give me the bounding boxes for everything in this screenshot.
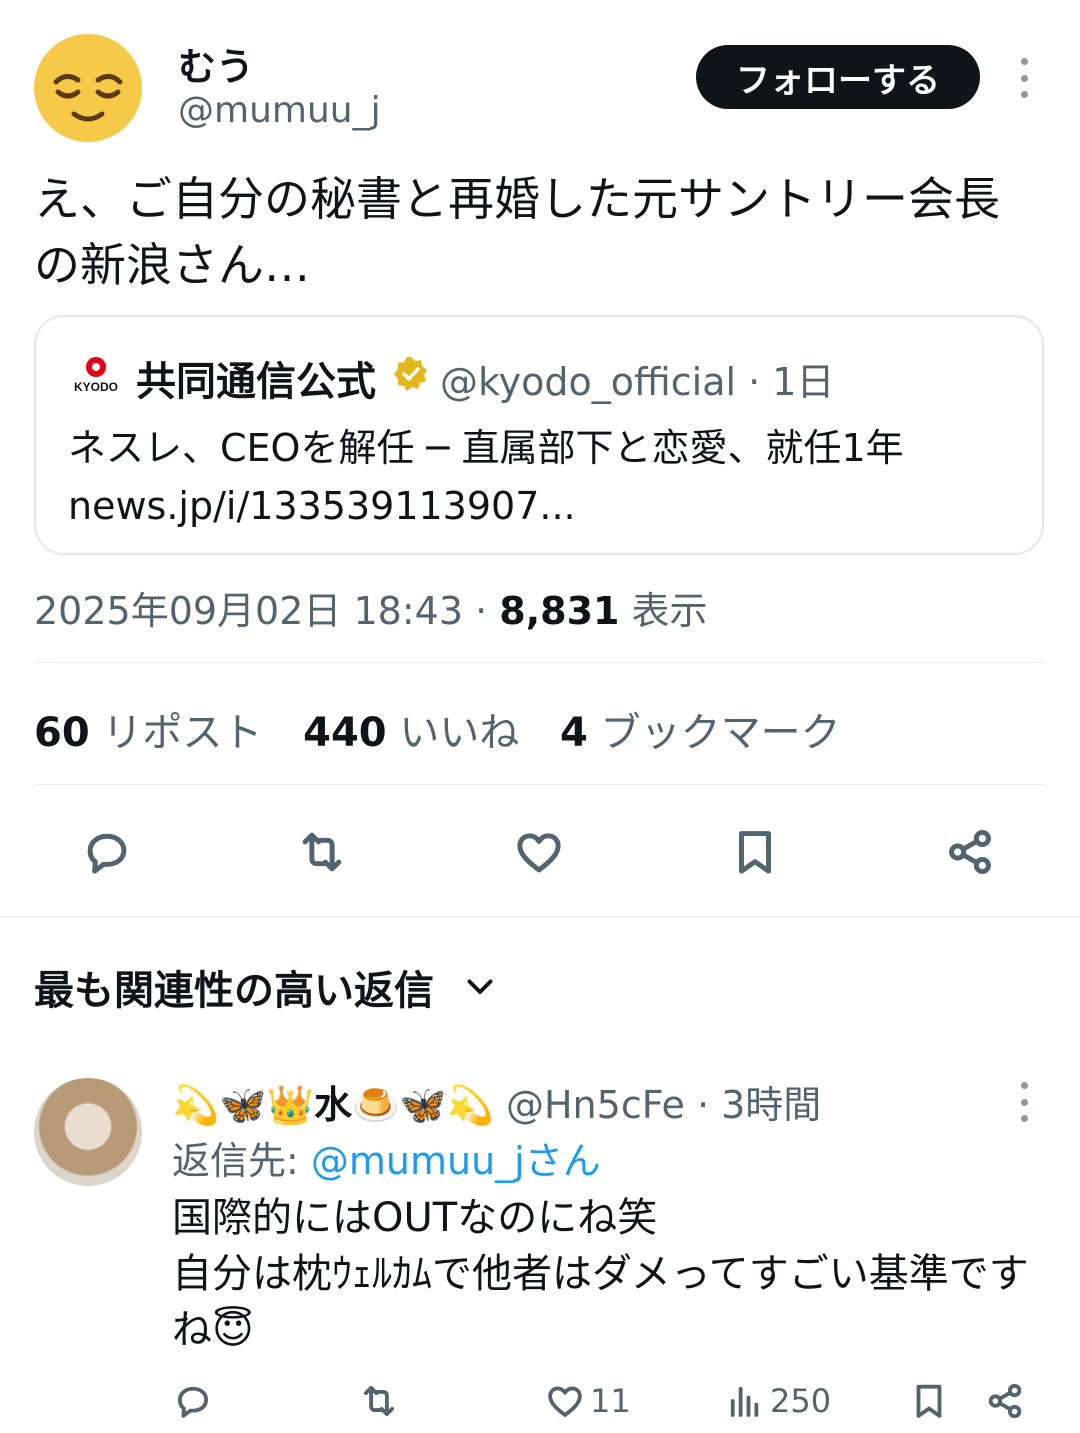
reply-author-avatar[interactable] [34,1078,142,1186]
views-count: 8,831 [499,589,620,633]
quoted-tweet-card[interactable]: KYODO 共同通信公式 @kyodo_official · 1日 ネスレ、CE… [34,315,1044,555]
like-icon[interactable] [509,822,569,882]
reposts-stat[interactable]: 60 リポスト [34,710,262,756]
reply-author-name[interactable]: 💫🦋👑水🍮🦋💫 [172,1083,494,1127]
quoted-text-line: ネスレ、CEOを解任 ─ 直属部下と恋愛、就任1年 [68,426,904,470]
repost-icon [363,1385,395,1417]
reply-bookmark-button[interactable] [908,1380,950,1422]
author-name[interactable]: むう [178,36,254,91]
tweet-text: え、ご自分の秘書と再婚した元サントリー会長の新浪さん… [34,172,1000,292]
more-options-icon[interactable] [1014,1082,1034,1122]
quoted-text: ネスレ、CEOを解任 ─ 直属部下と恋愛、就任1年 news.jp/i/1335… [68,419,904,535]
reply-header: 💫🦋👑水🍮🦋💫 @Hn5cFe · 3時間 [172,1074,821,1129]
tweet-stats: 60 リポスト 440 いいね 4 ブックマーク [34,700,841,758]
reply-to-handle[interactable]: @mumuu_jさん [311,1139,601,1183]
section-separator [0,916,1080,918]
reply-repost-button[interactable] [358,1380,400,1422]
reply-handle-time[interactable]: @Hn5cFe · 3時間 [506,1083,821,1127]
divider [34,662,1046,663]
bookmark-icon [916,1384,942,1418]
chevron-down-icon[interactable] [462,968,498,1004]
share-icon [988,1383,1022,1419]
quoted-link[interactable]: news.jp/i/133539113907... [68,477,904,535]
like-icon [548,1386,582,1417]
more-options-icon[interactable] [1014,58,1034,98]
author-handle[interactable]: @mumuu_j [178,90,381,131]
reply-view-count: 250 [770,1382,832,1420]
reply-reply-button[interactable] [172,1380,214,1422]
relieved-face-icon [53,74,123,122]
reply-share-button[interactable] [984,1380,1026,1422]
divider [34,784,1046,785]
gold-verified-badge-icon [392,355,430,393]
repost-icon[interactable] [292,822,352,882]
reply-text-line: 国際的にはOUTなのにね笑 [172,1195,658,1241]
tweet-meta: 2025年09月02日 18:43 · 8,831 表示 [34,580,708,635]
reply-to-prefix: 返信先: [172,1139,311,1183]
kyodo-logo: KYODO [70,355,122,395]
bookmark-icon[interactable] [725,822,785,882]
reply-text: 国際的にはOUTなのにね笑 自分は枕ｳｪﾙｶﾑで他者はダメってすごい基準ですね😇 [172,1190,1042,1358]
author-avatar[interactable] [34,34,142,142]
views-label: 表示 [631,589,708,633]
reply-icon [177,1386,209,1418]
svg-text:KYODO: KYODO [74,380,118,394]
share-icon[interactable] [940,822,1000,882]
reply-like-count: 11 [590,1382,631,1420]
views-icon [730,1386,759,1417]
tweet-datetime[interactable]: 2025年09月02日 18:43 · [34,589,499,633]
follow-button[interactable]: フォローする [696,45,980,109]
quoted-author-name: 共同通信公式 [136,359,376,405]
reply-views-button[interactable]: 250 [724,1380,831,1422]
reply-like-button[interactable]: 11 [544,1380,631,1422]
reply-text-line: 自分は枕ｳｪﾙｶﾑで他者はダメってすごい基準ですね😇 [172,1251,1029,1353]
reply-icon[interactable] [77,822,137,882]
bookmarks-stat[interactable]: 4 ブックマーク [560,710,841,756]
replies-sort-label[interactable]: 最も関連性の高い返信 [34,958,434,1016]
likes-stat[interactable]: 440 いいね [303,710,519,756]
reply-to: 返信先: @mumuu_jさん [172,1130,601,1185]
quoted-handle-time: @kyodo_official · 1日 [440,360,835,404]
